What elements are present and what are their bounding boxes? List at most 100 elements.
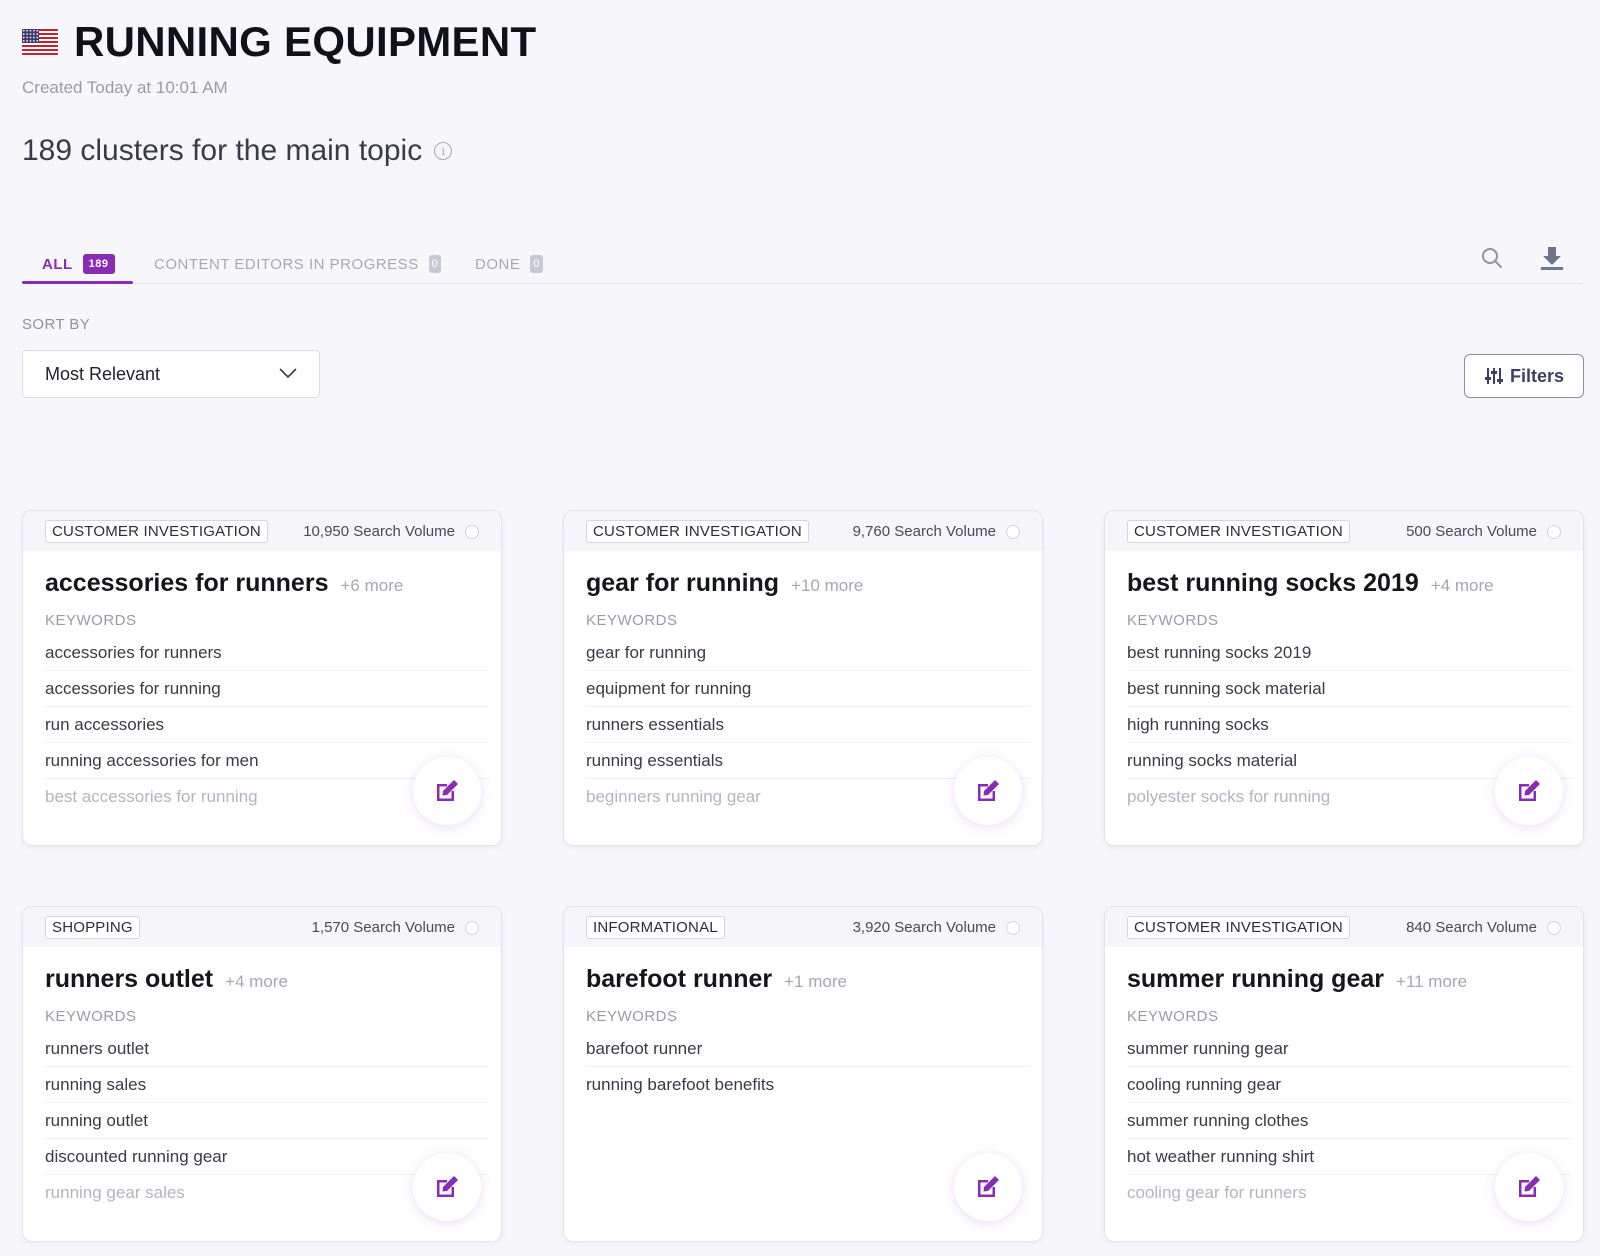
- edit-button[interactable]: [954, 1153, 1022, 1221]
- keyword-item: running sales: [45, 1067, 489, 1103]
- tab-in-progress-count: 0: [428, 255, 442, 273]
- keyword-item: running outlet: [45, 1103, 489, 1139]
- card-title-row: summer running gear +11 more: [1105, 947, 1583, 994]
- more-count: +4 more: [1430, 576, 1494, 595]
- keyword-item: equipment for running: [586, 671, 1030, 707]
- sort-by-label: SORT BY: [22, 316, 91, 333]
- sort-selected-value: Most Relevant: [45, 363, 161, 384]
- card-header: INFORMATIONAL 3,920 Search Volume: [564, 907, 1042, 947]
- select-radio[interactable]: [1547, 525, 1561, 539]
- select-radio[interactable]: [465, 525, 479, 539]
- card-header: CUSTOMER INVESTIGATION 840 Search Volume: [1105, 907, 1583, 947]
- search-volume: 840 Search Volume: [1406, 919, 1537, 936]
- edit-button[interactable]: [954, 757, 1022, 825]
- page-title: RUNNING EQUIPMENT: [74, 18, 537, 65]
- keyword-item: best running socks 2019: [1127, 635, 1571, 671]
- edit-button[interactable]: [1495, 757, 1563, 825]
- intent-tag: CUSTOMER INVESTIGATION: [1127, 915, 1350, 939]
- tab-all-count: 189: [82, 254, 115, 274]
- select-radio[interactable]: [1006, 525, 1020, 539]
- card-title[interactable]: runners outlet: [45, 965, 213, 994]
- keyword-item: cooling running gear: [1127, 1067, 1571, 1103]
- keyword-item: accessories for running: [45, 671, 489, 707]
- search-icon[interactable]: [1478, 244, 1506, 272]
- card-title[interactable]: barefoot runner: [586, 965, 772, 994]
- chevron-down-icon: [279, 368, 297, 379]
- keyword-item: accessories for runners: [45, 635, 489, 671]
- intent-tag: SHOPPING: [45, 915, 140, 939]
- card-header: CUSTOMER INVESTIGATION 10,950 Search Vol…: [23, 511, 501, 551]
- select-radio[interactable]: [465, 921, 479, 935]
- tab-all[interactable]: ALL 189: [42, 250, 115, 278]
- us-flag-icon: [22, 29, 58, 55]
- keyword-item: run accessories: [45, 707, 489, 743]
- cluster-card[interactable]: INFORMATIONAL 3,920 Search Volume barefo…: [563, 906, 1043, 1242]
- keyword-item: running barefoot benefits: [586, 1075, 775, 1094]
- card-title-row: runners outlet +4 more: [23, 947, 501, 994]
- select-radio[interactable]: [1006, 921, 1020, 935]
- card-title[interactable]: gear for running: [586, 569, 779, 598]
- card-header: CUSTOMER INVESTIGATION 9,760 Search Volu…: [564, 511, 1042, 551]
- cluster-card[interactable]: CUSTOMER INVESTIGATION 10,950 Search Vol…: [22, 510, 502, 846]
- cluster-card[interactable]: CUSTOMER INVESTIGATION 500 Search Volume…: [1104, 510, 1584, 846]
- sliders-icon: [1484, 368, 1503, 384]
- card-header: CUSTOMER INVESTIGATION 500 Search Volume: [1105, 511, 1583, 551]
- card-title-row: gear for running +10 more: [564, 551, 1042, 598]
- search-volume: 3,920 Search Volume: [852, 919, 996, 936]
- cluster-card[interactable]: CUSTOMER INVESTIGATION 9,760 Search Volu…: [563, 510, 1043, 846]
- tab-in-progress-label: CONTENT EDITORS IN PROGRESS: [154, 255, 419, 273]
- intent-tag: CUSTOMER INVESTIGATION: [586, 519, 809, 543]
- search-volume: 500 Search Volume: [1406, 523, 1537, 540]
- active-tab-indicator: [22, 281, 133, 284]
- clusters-heading: 189 clusters for the main topic i: [22, 134, 453, 168]
- card-title-row: barefoot runner +1 more: [564, 947, 1042, 994]
- more-count: +6 more: [340, 576, 404, 595]
- search-volume: 10,950 Search Volume: [303, 523, 455, 540]
- cluster-card[interactable]: SHOPPING 1,570 Search Volume runners out…: [22, 906, 502, 1242]
- filters-label: Filters: [1509, 365, 1565, 386]
- download-icon[interactable]: [1538, 244, 1566, 272]
- edit-button[interactable]: [413, 757, 481, 825]
- sort-dropdown[interactable]: Most Relevant: [22, 350, 320, 398]
- card-title-row: best running socks 2019 +4 more: [1105, 551, 1583, 598]
- card-header: SHOPPING 1,570 Search Volume: [23, 907, 501, 947]
- keyword-item: summer running gear: [1127, 1031, 1571, 1067]
- keyword-item: runners essentials: [586, 707, 1030, 743]
- edit-icon: [1519, 780, 1540, 801]
- search-volume: 1,570 Search Volume: [311, 919, 455, 936]
- keywords-label: KEYWORDS: [586, 612, 678, 629]
- edit-icon: [978, 780, 999, 801]
- card-title-row: accessories for runners +6 more: [23, 551, 501, 598]
- edit-button[interactable]: [413, 1153, 481, 1221]
- keyword-item: barefoot runner: [586, 1031, 1030, 1067]
- keyword-list: barefoot runner running barefoot benefit…: [586, 1031, 1030, 1103]
- more-count: +4 more: [225, 972, 288, 991]
- tab-done-label: DONE: [475, 255, 521, 273]
- search-volume: 9,760 Search Volume: [852, 523, 996, 540]
- keywords-label: KEYWORDS: [1127, 1008, 1219, 1025]
- edit-icon: [437, 1176, 458, 1197]
- filters-button[interactable]: Filters: [1464, 354, 1584, 398]
- more-count: +11 more: [1396, 972, 1468, 991]
- cluster-card[interactable]: CUSTOMER INVESTIGATION 840 Search Volume…: [1104, 906, 1584, 1242]
- tab-content-editors-in-progress[interactable]: CONTENT EDITORS IN PROGRESS 0: [154, 250, 442, 278]
- created-timestamp: Created Today at 10:01 AM: [22, 78, 228, 97]
- keywords-label: KEYWORDS: [586, 1008, 678, 1025]
- select-radio[interactable]: [1547, 921, 1561, 935]
- keyword-item: runners outlet: [45, 1031, 489, 1067]
- edit-icon: [437, 780, 458, 801]
- info-icon[interactable]: i: [434, 142, 453, 160]
- more-count: +10 more: [791, 576, 864, 595]
- intent-tag: CUSTOMER INVESTIGATION: [1127, 519, 1350, 543]
- intent-tag: CUSTOMER INVESTIGATION: [45, 519, 268, 543]
- keywords-label: KEYWORDS: [45, 612, 137, 629]
- edit-icon: [1519, 1176, 1540, 1197]
- card-title[interactable]: summer running gear: [1127, 965, 1384, 994]
- card-title[interactable]: accessories for runners: [45, 569, 328, 598]
- tab-done[interactable]: DONE 0: [475, 250, 543, 278]
- card-title[interactable]: best running socks 2019: [1127, 569, 1419, 598]
- keywords-label: KEYWORDS: [1127, 612, 1219, 629]
- edit-button[interactable]: [1495, 1153, 1563, 1221]
- edit-icon: [978, 1176, 999, 1197]
- keyword-item: gear for running: [586, 635, 1030, 671]
